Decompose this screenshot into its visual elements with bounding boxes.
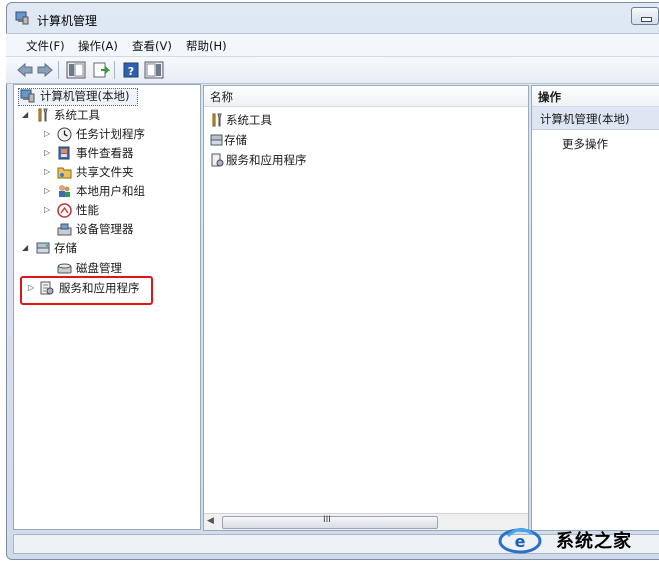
list-item-label: 存储	[224, 133, 247, 147]
tree-item-device-manager[interactable]: 设备管理器	[44, 220, 194, 238]
computer-management-icon	[20, 89, 36, 103]
disk-icon	[57, 261, 73, 275]
tree-label: 存储	[54, 241, 77, 255]
tree-label: 共享文件夹	[76, 165, 134, 179]
services-icon	[210, 153, 224, 167]
tree-label: 性能	[76, 203, 99, 217]
tree-label: 系统工具	[54, 108, 100, 122]
logo-icon: e	[498, 522, 542, 556]
menu-view[interactable]: 查看(V)	[132, 38, 172, 54]
expand-triangle-icon[interactable]: ▷	[44, 144, 54, 162]
actions-header: 操作	[532, 86, 659, 107]
tree-item-shared-folders[interactable]: ▷ 共享文件夹	[44, 163, 194, 181]
toolbar-separator	[114, 61, 115, 79]
toolbar: ?	[6, 56, 659, 84]
collapse-triangle-icon[interactable]: ◢	[22, 106, 32, 124]
tree-label: 任务计划程序	[76, 127, 145, 141]
actions-section-label: 计算机管理(本地)	[540, 112, 630, 126]
collapse-triangle-icon[interactable]: ◢	[22, 239, 32, 257]
menu-file[interactable]: 文件(F)	[26, 38, 65, 54]
tree-item-event-viewer[interactable]: ▷ 事件查看器	[44, 144, 194, 162]
expand-triangle-icon[interactable]: ▷	[44, 125, 54, 143]
clock-icon	[57, 127, 73, 142]
list-item-label: 系统工具	[226, 113, 272, 127]
show-action-pane-icon[interactable]	[144, 61, 164, 79]
tools-icon	[210, 113, 224, 127]
back-arrow-icon[interactable]	[16, 61, 34, 79]
tree-label: 事件查看器	[76, 146, 134, 160]
list-item-label: 服务和应用程序	[226, 153, 307, 167]
tree-label: 计算机管理(本地)	[40, 89, 130, 103]
tree-item-task-scheduler[interactable]: ▷ 任务计划程序	[44, 125, 194, 143]
window-title: 计算机管理	[37, 14, 98, 28]
tree-item-system-tools[interactable]: ◢ 系统工具	[22, 106, 192, 124]
content-pane: 名称 系统工具 存储 服务和应用程序 ◀ III	[203, 85, 529, 531]
minimize-button[interactable]	[631, 7, 659, 25]
svg-text:?: ?	[128, 65, 134, 78]
tree-item-local-users[interactable]: ▷ 本地用户和组	[44, 182, 194, 200]
expand-triangle-icon[interactable]: ▷	[44, 182, 54, 200]
expand-triangle-icon[interactable]: ▷	[44, 201, 54, 219]
console-tree-pane: 计算机管理(本地) ◢ 系统工具 ▷ 任务计划程序 ▷ 事件查看器 ▷ 共享文件…	[13, 84, 201, 530]
tree-item-performance[interactable]: ▷ 性能	[44, 201, 194, 219]
actions-header-label: 操作	[538, 90, 561, 104]
performance-icon	[57, 203, 73, 218]
export-list-icon[interactable]	[92, 61, 111, 79]
watermark-logo: e 系统之家	[494, 516, 659, 562]
more-actions-link[interactable]: 更多操作	[562, 136, 608, 152]
forward-arrow-icon[interactable]	[36, 61, 54, 79]
storage-icon	[36, 241, 52, 255]
show-hide-tree-icon[interactable]	[66, 61, 86, 79]
toolbar-separator	[58, 61, 59, 79]
tree-item-root[interactable]: 计算机管理(本地)	[20, 87, 190, 105]
menu-bar: 文件(F) 操作(A) 查看(V) 帮助(H)	[6, 33, 659, 56]
tree-label: 磁盘管理	[76, 261, 122, 275]
tree-item-disk-management[interactable]: 磁盘管理	[44, 259, 194, 277]
column-header-name[interactable]: 名称	[204, 86, 528, 107]
horizontal-scrollbar[interactable]: ◀ III	[204, 513, 528, 530]
scroll-left-arrow-icon[interactable]: ◀	[207, 516, 214, 526]
tree-label: 本地用户和组	[76, 184, 145, 198]
scrollbar-grip: III	[323, 515, 331, 525]
shared-folder-icon	[57, 165, 73, 179]
users-icon	[57, 184, 73, 198]
event-viewer-icon	[57, 146, 73, 160]
column-header-label: 名称	[210, 90, 233, 104]
expand-triangle-icon[interactable]: ▷	[44, 163, 54, 181]
tools-icon	[36, 108, 52, 122]
scrollbar-thumb[interactable]: III	[222, 515, 438, 529]
storage-icon	[210, 133, 224, 147]
menu-action[interactable]: 操作(A)	[78, 38, 118, 54]
menu-help[interactable]: 帮助(H)	[186, 38, 227, 54]
highlight-annotation-box	[20, 276, 153, 305]
computer-management-icon	[15, 11, 29, 25]
actions-section-header[interactable]: 计算机管理(本地)	[532, 107, 659, 130]
tree-item-storage[interactable]: ◢ 存储	[22, 239, 192, 257]
tree-label: 设备管理器	[76, 222, 134, 236]
title-bar[interactable]: 计算机管理	[7, 3, 659, 33]
help-icon[interactable]: ?	[122, 61, 140, 79]
svg-text:e: e	[515, 532, 526, 551]
device-manager-icon	[57, 222, 73, 236]
actions-pane: 操作 计算机管理(本地) 更多操作	[531, 85, 659, 531]
watermark-text: 系统之家	[556, 531, 632, 552]
